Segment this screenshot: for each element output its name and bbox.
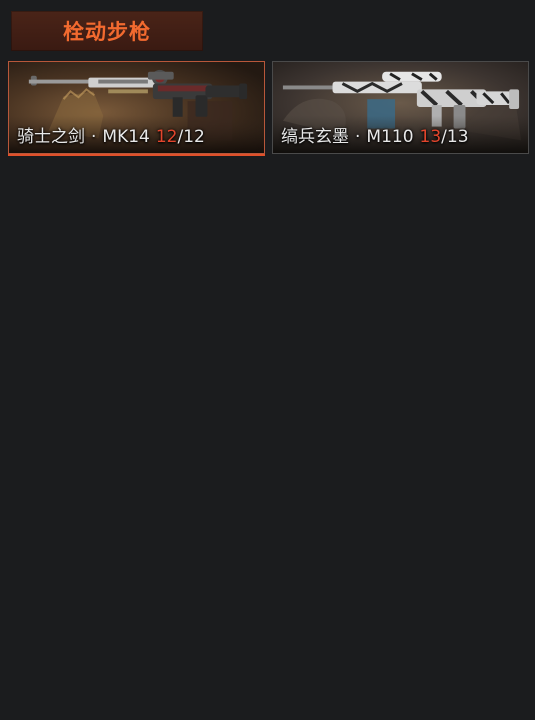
category-tab-bolt-action-rifle[interactable]: 栓动步枪	[11, 11, 203, 51]
skin-separator: ·	[91, 127, 97, 147]
total-count: /13	[441, 127, 469, 147]
skin-name: 骑士之剑	[17, 127, 85, 147]
category-title: 栓动步枪	[63, 20, 151, 44]
skin-collection-page: 栓动步枪 骑士之剑 · MK14 12 /12 缟兵玄墨 · M110 13 /…	[0, 0, 535, 720]
skin-name: 缟兵玄墨	[281, 127, 349, 147]
skin-card-mk14[interactable]: 骑士之剑 · MK14 12 /12	[8, 61, 265, 154]
total-count: /12	[177, 127, 205, 147]
weapon-model: MK14	[102, 127, 150, 147]
skin-separator: ·	[355, 127, 361, 147]
weapon-model: M110	[366, 127, 414, 147]
skin-caption: 骑士之剑 · MK14 12 /12	[17, 122, 205, 147]
owned-count: 12	[155, 127, 178, 147]
skin-caption: 缟兵玄墨 · M110 13 /13	[281, 122, 469, 147]
owned-count: 13	[419, 127, 442, 147]
skin-card-m110[interactable]: 缟兵玄墨 · M110 13 /13	[272, 61, 529, 154]
